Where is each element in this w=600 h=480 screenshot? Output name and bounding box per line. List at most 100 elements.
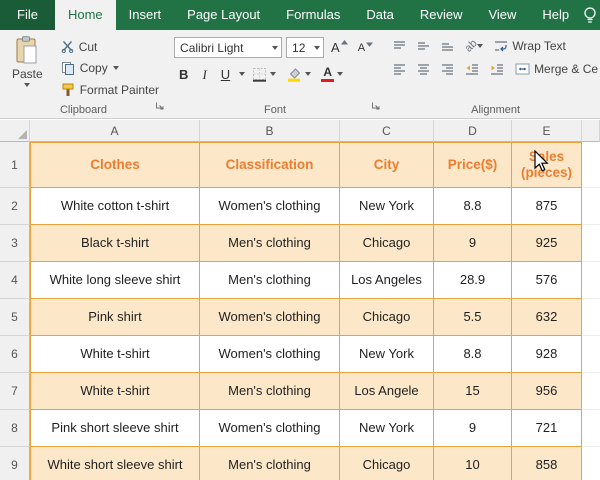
bold-button[interactable]: B [174,65,193,84]
cell-E8[interactable]: 721 [512,410,582,447]
tab-home[interactable]: Home [54,0,116,30]
cell-C7[interactable]: Los Angele [340,373,434,410]
empty-cell[interactable] [582,447,600,480]
cell-E5[interactable]: 632 [512,299,582,336]
cell-E6[interactable]: 928 [512,336,582,373]
decrease-font-size-button[interactable]: A [355,42,376,54]
increase-font-size-button[interactable]: A [328,40,351,55]
column-header-C[interactable]: C [340,120,434,142]
font-dialog-launcher-icon[interactable] [371,97,380,115]
table-header-cell-A1[interactable]: Clothes [30,142,200,188]
cell-B8[interactable]: Women's clothing [200,410,340,447]
decrease-indent-button[interactable] [462,61,482,77]
row-header-7[interactable]: 7 [0,373,30,410]
align-right-button[interactable] [438,61,457,77]
align-middle-button[interactable] [414,38,433,54]
row-header-4[interactable]: 4 [0,262,30,299]
cell-B5[interactable]: Women's clothing [200,299,340,336]
align-bottom-button[interactable] [438,38,457,54]
cell-E7[interactable]: 956 [512,373,582,410]
cell-D7[interactable]: 15 [434,373,512,410]
borders-button[interactable] [249,65,279,84]
empty-cell[interactable] [582,262,600,299]
tab-view[interactable]: View [475,0,529,30]
cell-E3[interactable]: 925 [512,225,582,262]
empty-cell[interactable] [582,225,600,262]
cell-D9[interactable]: 10 [434,447,512,480]
cell-B9[interactable]: Men's clothing [200,447,340,480]
cell-D4[interactable]: 28.9 [434,262,512,299]
wrap-text-button[interactable]: Wrap Text [491,39,569,53]
tab-data[interactable]: Data [353,0,406,30]
tab-page-layout[interactable]: Page Layout [174,0,273,30]
tab-help[interactable]: Help [529,0,582,30]
increase-indent-button[interactable] [487,61,507,77]
font-name-combo[interactable]: Calibri Light [174,37,283,58]
row-header-9[interactable]: 9 [0,447,30,480]
column-header-E[interactable]: E [512,120,582,142]
cell-B2[interactable]: Women's clothing [200,188,340,225]
clipboard-dialog-launcher-icon[interactable] [155,97,164,115]
row-header-5[interactable]: 5 [0,299,30,336]
cell-C4[interactable]: Los Angeles [340,262,434,299]
merge-center-button[interactable]: Merge & Ce [512,62,600,76]
cell-C3[interactable]: Chicago [340,225,434,262]
row-header-8[interactable]: 8 [0,410,30,447]
orientation-button[interactable]: ab [462,37,486,55]
copy-button[interactable]: Copy [58,58,162,79]
cell-A9[interactable]: White short sleeve shirt [30,447,200,480]
cell-A5[interactable]: Pink shirt [30,299,200,336]
fill-color-button[interactable] [283,65,314,84]
align-top-button[interactable] [390,38,409,54]
tell-me-lightbulb-icon[interactable] [582,0,600,30]
cut-button[interactable]: Cut [58,36,162,57]
tab-file[interactable]: File [0,0,55,30]
cell-D8[interactable]: 9 [434,410,512,447]
cell-E4[interactable]: 576 [512,262,582,299]
paste-button[interactable]: Paste [5,33,50,102]
italic-button[interactable]: I [197,65,211,84]
cell-B4[interactable]: Men's clothing [200,262,340,299]
cell-D3[interactable]: 9 [434,225,512,262]
empty-cell[interactable] [582,299,600,336]
row-header-3[interactable]: 3 [0,225,30,262]
underline-button[interactable]: U [216,65,235,84]
cell-A3[interactable]: Black t-shirt [30,225,200,262]
cell-A8[interactable]: Pink short sleeve shirt [30,410,200,447]
cell-A6[interactable]: White t-shirt [30,336,200,373]
select-all-button[interactable] [0,120,30,142]
cell-B3[interactable]: Men's clothing [200,225,340,262]
cell-A7[interactable]: White t-shirt [30,373,200,410]
cell-C8[interactable]: New York [340,410,434,447]
cell-A2[interactable]: White cotton t-shirt [30,188,200,225]
cell-C2[interactable]: New York [340,188,434,225]
cell-C5[interactable]: Chicago [340,299,434,336]
row-header-2[interactable]: 2 [0,188,30,225]
cell-B6[interactable]: Women's clothing [200,336,340,373]
cell-B7[interactable]: Men's clothing [200,373,340,410]
cell-D6[interactable]: 8.8 [434,336,512,373]
row-header-6[interactable]: 6 [0,336,30,373]
table-header-cell-B1[interactable]: Classification [200,142,340,188]
tab-insert[interactable]: Insert [116,0,175,30]
cell-A4[interactable]: White long sleeve shirt [30,262,200,299]
cell-E2[interactable]: 875 [512,188,582,225]
font-color-button[interactable]: A [318,64,346,84]
table-header-cell-C1[interactable]: City [340,142,434,188]
table-header-cell-D1[interactable]: Price($) [434,142,512,188]
empty-cell[interactable] [582,410,600,447]
cell-C6[interactable]: New York [340,336,434,373]
tab-review[interactable]: Review [407,0,476,30]
empty-cell[interactable] [582,373,600,410]
cell-D2[interactable]: 8.8 [434,188,512,225]
tab-formulas[interactable]: Formulas [273,0,353,30]
font-size-combo[interactable]: 12 [286,37,325,58]
cell-E9[interactable]: 858 [512,447,582,480]
align-center-button[interactable] [414,61,433,77]
empty-cell[interactable] [582,188,600,225]
column-header-partial[interactable] [582,120,600,142]
empty-cell[interactable] [582,336,600,373]
align-left-button[interactable] [390,61,409,77]
cell-D5[interactable]: 5.5 [434,299,512,336]
cell-C9[interactable]: Chicago [340,447,434,480]
